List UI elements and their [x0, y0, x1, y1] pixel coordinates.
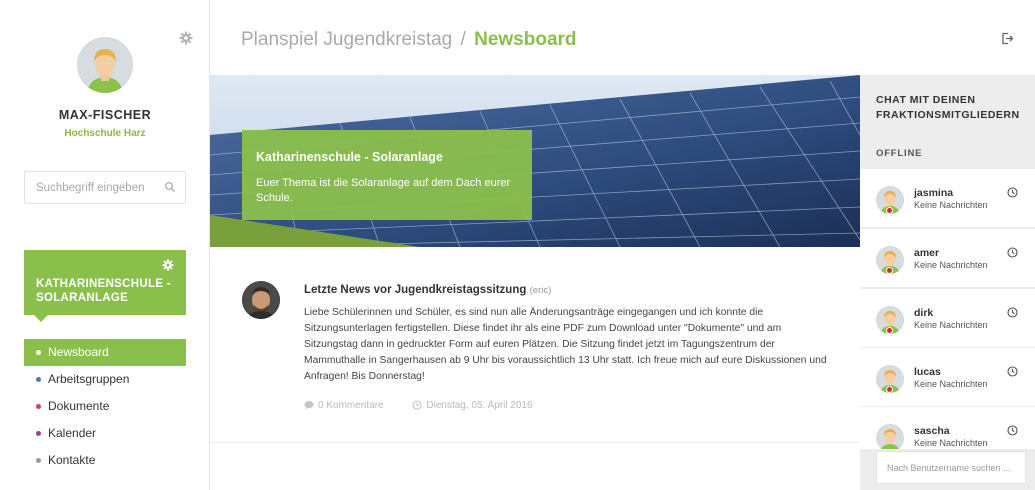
- chat-user-message: Keine Nachrichten: [914, 260, 988, 270]
- search-input[interactable]: [25, 172, 150, 203]
- sidebar: MAX-FISCHER Hochschule Harz KATHARINENSC…: [0, 0, 210, 490]
- offline-status-dot: [886, 327, 893, 334]
- nav-item-kalender[interactable]: Kalender: [24, 420, 186, 447]
- nav-item-label: Arbeitsgruppen: [48, 372, 130, 386]
- chat-user-message: Keine Nachrichten: [914, 320, 988, 330]
- nav-item-label: Newsboard: [48, 345, 109, 359]
- chat-search-box: [876, 451, 1026, 484]
- post-title[interactable]: Letzte News vor Jugendkreistagssitzung (…: [304, 284, 551, 296]
- page-header: Planspiel Jugendkreistag / Newsboard: [210, 0, 1035, 75]
- settings-gear-icon[interactable]: [179, 31, 193, 45]
- chat-user[interactable]: jasmina Keine Nachrichten: [860, 169, 1035, 227]
- chat-user-message: Keine Nachrichten: [914, 200, 988, 210]
- chat-user-message: Keine Nachrichten: [914, 438, 988, 448]
- banner-title: Katharinenschule - Solaranlage: [256, 150, 443, 164]
- user-avatar[interactable]: [77, 37, 133, 93]
- chat-panel: CHAT MIT DEINEN FRAKTIONSMITGLIEDERN OFF…: [860, 75, 1035, 490]
- post-body: Liebe Schülerinnen und Schüler, es sind …: [304, 307, 827, 382]
- clock-icon: [1007, 187, 1018, 198]
- nav-item-newsboard[interactable]: Newsboard: [24, 339, 186, 366]
- group-card[interactable]: KATHARINENSCHULE - SOLARANLAGE: [24, 250, 186, 322]
- post-date-text: Dienstag, 05. April 2016: [426, 400, 533, 411]
- nav-item-arbeitsgruppen[interactable]: Arbeitsgruppen: [24, 366, 186, 393]
- chat-user-name: dirk: [914, 307, 934, 319]
- clock-icon: [1007, 247, 1018, 258]
- chat-user[interactable]: amer Keine Nachrichten: [860, 229, 1035, 287]
- search-box: [24, 171, 186, 204]
- search-icon[interactable]: [164, 181, 176, 193]
- clock-icon: [1007, 307, 1018, 318]
- chat-user[interactable]: lucas Keine Nachrichten: [860, 348, 1035, 406]
- nav-item-dokumente[interactable]: Dokumente: [24, 393, 186, 420]
- clock-icon: [412, 400, 422, 410]
- bullet-icon: [36, 350, 41, 355]
- bullet-icon: [36, 377, 41, 382]
- bullet-icon: [36, 404, 41, 409]
- chat-offline-heading: OFFLINE: [876, 148, 923, 159]
- chat-user-avatar: [876, 424, 904, 449]
- banner-text: Euer Thema ist die Solaranlage auf dem D…: [256, 177, 511, 204]
- nav-item-label: Dokumente: [48, 399, 110, 413]
- chat-user-name: lucas: [914, 366, 941, 378]
- offline-status-dot: [886, 207, 893, 214]
- breadcrumb: Planspiel Jugendkreistag / Newsboard: [241, 29, 577, 51]
- nav-item-kontakte[interactable]: Kontakte: [24, 447, 186, 474]
- clock-icon: [1007, 366, 1018, 377]
- comment-icon: [304, 401, 314, 410]
- chat-user[interactable]: sascha Keine Nachrichten: [860, 407, 1035, 449]
- post-author: (eric): [529, 285, 552, 296]
- page-title: Newsboard: [474, 29, 577, 50]
- post-date: Dienstag, 05. April 2016: [412, 400, 533, 411]
- group-card-pointer: [34, 315, 48, 322]
- chat-user-name: sascha: [914, 425, 950, 437]
- breadcrumb-separator: /: [460, 29, 466, 50]
- nav-item-label: Kontakte: [48, 453, 96, 467]
- nav-item-label: Kalender: [48, 426, 97, 440]
- chat-search-input[interactable]: [877, 452, 1025, 483]
- chat-title: CHAT MIT DEINEN FRAKTIONSMITGLIEDERN: [876, 94, 1020, 121]
- banner-card: Katharinenschule - Solaranlage Euer Them…: [242, 130, 532, 220]
- news-post: Letzte News vor Jugendkreistagssitzung (…: [210, 247, 860, 443]
- group-settings-gear-icon[interactable]: [162, 259, 174, 271]
- chat-user-name: jasmina: [914, 187, 954, 199]
- chat-user[interactable]: dirk Keine Nachrichten: [860, 289, 1035, 347]
- group-title: KATHARINENSCHULE - SOLARANLAGE: [36, 278, 171, 304]
- post-title-text: Letzte News vor Jugendkreistagssitzung: [304, 284, 527, 296]
- bullet-icon: [36, 431, 41, 436]
- comments-count: 0 Kommentare: [318, 400, 384, 411]
- sidebar-nav: Newsboard Arbeitsgruppen Dokumente Kalen…: [24, 339, 186, 474]
- breadcrumb-root[interactable]: Planspiel Jugendkreistag: [241, 29, 452, 50]
- chat-user-message: Keine Nachrichten: [914, 379, 988, 389]
- offline-status-dot: [886, 267, 893, 274]
- user-name: MAX-FISCHER: [58, 108, 152, 122]
- post-meta: 0 Kommentare Dienstag, 05. April 2016: [304, 400, 559, 411]
- hero-banner: Katharinenschule - Solaranlage Euer Them…: [210, 75, 860, 247]
- clock-icon: [1007, 425, 1018, 436]
- offline-status-dot: [886, 386, 893, 393]
- comments-link[interactable]: 0 Kommentare: [304, 400, 386, 411]
- author-avatar[interactable]: [242, 281, 280, 319]
- logout-icon[interactable]: [1001, 32, 1014, 45]
- bullet-icon: [36, 458, 41, 463]
- chat-user-name: amer: [914, 247, 940, 259]
- user-school: Hochschule Harz: [64, 128, 146, 139]
